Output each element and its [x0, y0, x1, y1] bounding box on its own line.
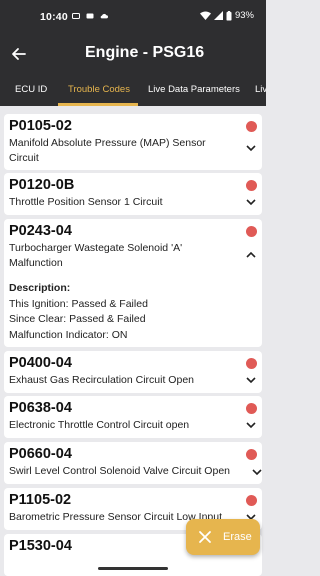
status-time: 10:40	[40, 11, 68, 23]
trouble-code-card[interactable]: P0400-04 Exhaust Gas Recirculation Circu…	[4, 351, 262, 393]
notification-icon	[86, 13, 94, 19]
trouble-code: P0120-0B	[9, 177, 75, 193]
battery-icon	[226, 10, 232, 20]
tab-ecu-id[interactable]: ECU ID	[15, 84, 47, 95]
status-dot	[246, 403, 257, 414]
tab-bar: ECU ID Trouble Codes Live Data Parameter…	[0, 74, 266, 106]
tab-live-data-parameters[interactable]: Live Data Parameters	[148, 84, 240, 95]
status-dot	[246, 449, 257, 460]
battery-percent: 93%	[234, 10, 254, 21]
trouble-code: P0105-02	[9, 118, 72, 134]
navigation-handle[interactable]	[98, 567, 168, 570]
trouble-code: P0243-04	[9, 223, 72, 239]
close-icon	[199, 531, 211, 543]
tab-live[interactable]: Live	[255, 84, 266, 95]
trouble-code: P0638-04	[9, 400, 72, 416]
malfunction-indicator-status: Malfunction Indicator: ON	[9, 328, 128, 341]
chevron-down-icon[interactable]	[246, 376, 256, 384]
wifi-icon	[199, 11, 211, 20]
erase-button-label: Erase	[223, 531, 252, 543]
page-title: Engine - PSG16	[85, 44, 205, 61]
trouble-code: P0400-04	[9, 355, 72, 371]
status-dot	[246, 226, 257, 237]
chevron-down-icon[interactable]	[252, 468, 262, 476]
trouble-code: P1530-04	[9, 538, 72, 554]
trouble-code-description: Swirl Level Control Solenoid Valve Circu…	[9, 465, 230, 477]
details-heading: Description:	[9, 282, 71, 294]
chevron-down-icon[interactable]	[246, 421, 256, 429]
description-line: Manifold Absolute Pressure (MAP) Sensor	[9, 137, 206, 149]
trouble-code-card[interactable]: P0660-04 Swirl Level Control Solenoid Va…	[4, 442, 262, 484]
trouble-code-description: Turbocharger Wastegate Solenoid 'A' Malf…	[9, 241, 245, 271]
trouble-code-card[interactable]: P0638-04 Electronic Throttle Control Cir…	[4, 396, 262, 438]
trouble-code: P0660-04	[9, 446, 72, 462]
tab-trouble-codes[interactable]: Trouble Codes	[68, 84, 130, 95]
trouble-code-details: Description: This Ignition: Passed & Fai…	[9, 281, 148, 343]
erase-button[interactable]: Erase	[186, 519, 260, 555]
status-dot	[246, 358, 257, 369]
notification-icon	[72, 13, 80, 19]
status-bar: 10:40 93%	[0, 0, 266, 34]
trouble-code-description: Throttle Position Sensor 1 Circuit	[9, 196, 163, 208]
status-dot	[246, 121, 257, 132]
trouble-code-description: Exhaust Gas Recirculation Circuit Open	[9, 374, 194, 386]
description-line: Circuit	[9, 152, 39, 164]
trouble-code-description: Electronic Throttle Control Circuit open	[9, 419, 190, 431]
trouble-code-description: Manifold Absolute Pressure (MAP) Sensor …	[9, 136, 245, 166]
chevron-down-icon[interactable]	[246, 144, 256, 152]
back-arrow-icon[interactable]	[10, 45, 28, 63]
since-clear-status: Since Clear: Passed & Failed	[9, 313, 146, 325]
description-line: Turbocharger Wastegate Solenoid 'A'	[9, 242, 183, 254]
trouble-code-card[interactable]: P0120-0B Throttle Position Sensor 1 Circ…	[4, 173, 262, 215]
trouble-code-card-expanded[interactable]: P0243-04 Turbocharger Wastegate Solenoid…	[4, 219, 262, 347]
this-ignition-status: This Ignition: Passed & Failed	[9, 297, 148, 310]
cloud-icon	[100, 13, 108, 19]
app-bar: Engine - PSG16	[0, 34, 266, 74]
description-line: Malfunction	[9, 257, 63, 269]
status-dot	[246, 180, 257, 191]
trouble-code-list: P0105-02 Manifold Absolute Pressure (MAP…	[0, 106, 266, 576]
trouble-code: P1105-02	[9, 492, 72, 508]
status-dot	[246, 495, 257, 506]
chevron-up-icon[interactable]	[246, 251, 256, 259]
chevron-down-icon[interactable]	[246, 198, 256, 206]
signal-icon	[213, 11, 223, 20]
status-right: 93%	[199, 10, 254, 21]
trouble-code-card[interactable]: P0105-02 Manifold Absolute Pressure (MAP…	[4, 114, 262, 170]
